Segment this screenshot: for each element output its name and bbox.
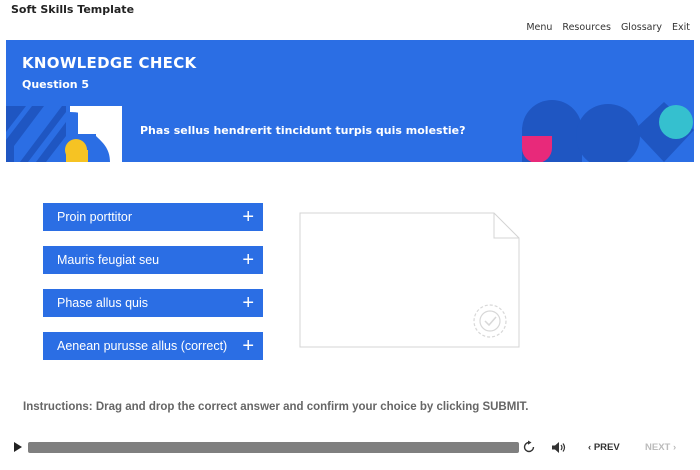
option-label: Phase allus quis xyxy=(57,296,149,310)
option-label: Mauris feugiat seu xyxy=(57,253,160,267)
drag-option[interactable]: Phase allus quis + xyxy=(43,289,263,317)
plus-icon: + xyxy=(242,206,254,228)
next-label: NEXT xyxy=(645,442,671,453)
drag-option[interactable]: Aenean purusse allus (correct) + xyxy=(43,332,263,360)
question-mark-decoration xyxy=(65,106,122,162)
player-controls: ‹ PREV NEXT › xyxy=(0,438,700,458)
option-label: Aenean purusse allus (correct) xyxy=(57,339,228,353)
play-icon[interactable] xyxy=(14,442,22,452)
answer-options: Proin porttitor + Mauris feugiat seu + P… xyxy=(43,203,263,375)
nav-menu-link[interactable]: Menu xyxy=(526,22,552,33)
drag-option[interactable]: Mauris feugiat seu + xyxy=(43,246,263,274)
document-drop-icon xyxy=(299,212,520,348)
volume-icon[interactable] xyxy=(551,441,567,454)
right-shapes-decoration xyxy=(522,100,694,162)
nav-exit-link[interactable]: Exit xyxy=(672,22,690,33)
chevron-right-icon: › xyxy=(670,442,677,453)
knowledge-check-heading: KNOWLEDGE CHECK xyxy=(22,54,197,72)
option-label: Proin porttitor xyxy=(57,210,133,224)
top-nav: Menu Resources Glossary Exit xyxy=(526,22,690,33)
plus-icon: + xyxy=(242,335,254,357)
replay-icon[interactable] xyxy=(522,440,536,454)
question-number: Question 5 xyxy=(22,78,90,91)
stripes-decoration xyxy=(6,106,66,162)
drop-target[interactable] xyxy=(299,212,520,348)
plus-icon: + xyxy=(242,249,254,271)
nav-glossary-link[interactable]: Glossary xyxy=(621,22,662,33)
progress-track[interactable] xyxy=(28,442,519,453)
plus-icon: + xyxy=(242,292,254,314)
nav-resources-link[interactable]: Resources xyxy=(562,22,611,33)
question-banner: KNOWLEDGE CHECK Question 5 Phas sellus h… xyxy=(6,40,694,162)
next-button[interactable]: NEXT › xyxy=(645,442,676,453)
prev-label: PREV xyxy=(593,442,620,453)
instructions-text: Instructions: Drag and drop the correct … xyxy=(23,401,529,413)
drag-option[interactable]: Proin porttitor + xyxy=(43,203,263,231)
question-text: Phas sellus hendrerit tincidunt turpis q… xyxy=(140,124,466,137)
app-title: Soft Skills Template xyxy=(11,3,135,16)
prev-button[interactable]: ‹ PREV xyxy=(588,442,620,453)
